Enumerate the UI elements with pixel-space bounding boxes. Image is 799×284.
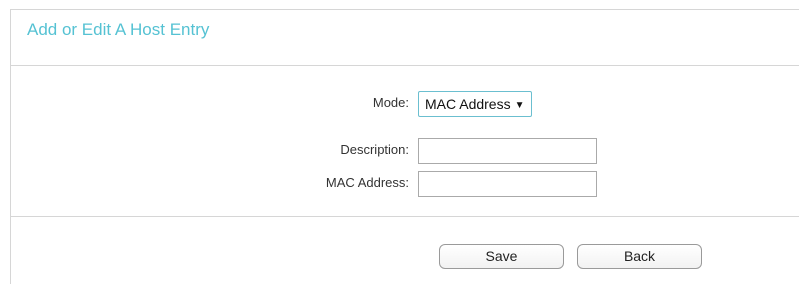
mac-address-label: MAC Address: (325, 175, 409, 190)
mac-address-input[interactable] (418, 171, 597, 197)
description-label: Description: (340, 142, 409, 157)
mode-label: Mode: (372, 95, 409, 110)
save-button[interactable]: Save (439, 244, 564, 269)
host-entry-panel: Add or Edit A Host Entry Mode: MAC Addre… (10, 9, 799, 284)
back-button[interactable]: Back (577, 244, 702, 269)
chevron-down-icon: ▼ (514, 100, 525, 111)
divider (11, 65, 799, 66)
mode-select[interactable]: MAC Address ▼ (418, 91, 532, 117)
page-title: Add or Edit A Host Entry (27, 20, 210, 39)
mode-select-value: MAC Address (425, 96, 511, 112)
description-input[interactable] (418, 138, 597, 164)
divider (11, 216, 799, 217)
